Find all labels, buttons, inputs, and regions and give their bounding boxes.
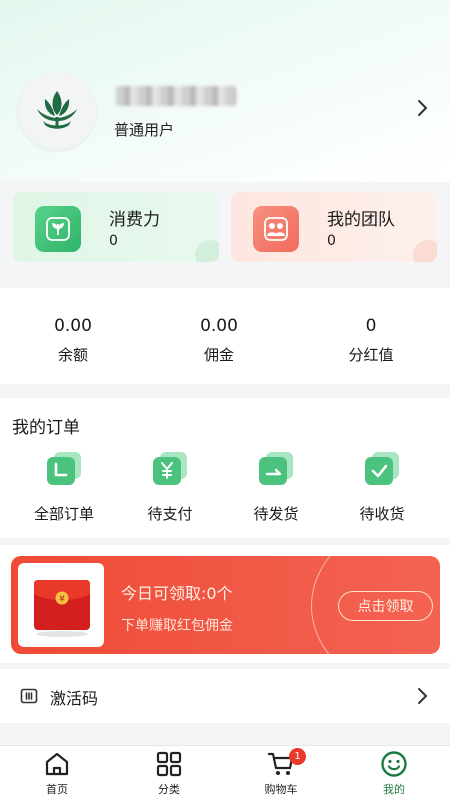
pending-receipt-icon [365, 452, 399, 485]
team-title: 我的团队 [327, 210, 395, 230]
pending-payment-icon [153, 452, 187, 485]
tab-label: 首页 [46, 783, 68, 796]
order-label: 待收货 [359, 505, 405, 523]
tab-label: 我的 [383, 783, 405, 796]
red-envelope-icon: ¥ [34, 580, 90, 637]
stat-label: 佣金 [203, 346, 234, 364]
stat-value: 0.00 [54, 316, 92, 336]
tab-label: 分类 [158, 783, 180, 796]
tab-label: 购物车 [264, 783, 298, 796]
team-card[interactable]: 我的团队 0 [231, 192, 437, 262]
profile-header: 普通用户 [0, 0, 450, 182]
avatar[interactable] [18, 72, 96, 150]
activation-code-icon [20, 688, 38, 704]
order-pending-receipt[interactable]: 待收货 [337, 450, 427, 524]
team-icon [253, 206, 299, 252]
plant-icon [35, 206, 81, 252]
username-masked [116, 86, 236, 106]
banner-subtitle: 下单赚取红包佣金 [121, 618, 233, 634]
team-value: 0 [327, 233, 336, 249]
banner-title: 今日可领取:0个 [121, 584, 233, 603]
order-label: 待支付 [147, 505, 193, 523]
tab-home[interactable]: 首页 [22, 750, 92, 797]
stat-label: 分红值 [348, 346, 394, 364]
stat-dividend[interactable]: 0 分红值 [311, 316, 431, 365]
stat-value: 0.00 [200, 316, 238, 336]
svg-text:¥: ¥ [59, 595, 65, 605]
order-pending-shipment[interactable]: 待发货 [231, 450, 321, 524]
chevron-right-icon [418, 688, 427, 704]
orders-title: 我的订单 [12, 418, 80, 438]
category-icon [156, 751, 182, 777]
activation-code-row[interactable]: 激活码 [0, 669, 450, 723]
consumption-title: 消费力 [109, 210, 160, 230]
order-label: 全部订单 [33, 505, 94, 523]
stat-label: 余额 [57, 346, 88, 364]
claim-button[interactable]: 点击领取 [338, 591, 433, 621]
smile-icon [381, 751, 407, 777]
cart-badge: 1 [289, 748, 306, 765]
lotus-logo-icon [37, 91, 77, 129]
red-packet-banner[interactable]: ¥ 今日可领取:0个 下单赚取红包佣金 点击领取 [11, 556, 440, 654]
order-label: 待发货 [253, 505, 299, 523]
bottom-tab-bar: 首页 分类 1 购物车 我的 [0, 745, 450, 800]
card-decoration [413, 240, 437, 262]
order-pending-payment[interactable]: 待支付 [125, 450, 215, 524]
orders-section: 我的订单 全部订单 待支付 待发货 待收货 [0, 398, 450, 538]
tab-cart[interactable]: 1 购物车 [246, 748, 316, 797]
activation-code-label: 激活码 [50, 689, 99, 708]
order-all[interactable]: 全部订单 [19, 450, 109, 524]
tab-category[interactable]: 分类 [134, 750, 204, 797]
stat-value: 0 [365, 316, 377, 336]
chevron-right-icon[interactable] [412, 98, 432, 118]
pending-shipment-icon [259, 452, 293, 485]
red-envelope-image: ¥ [18, 563, 104, 647]
stats-panel: 0.00 余额 0.00 佣金 0 分红值 [0, 288, 450, 384]
home-icon [45, 752, 69, 776]
card-decoration [195, 240, 219, 262]
tab-mine[interactable]: 我的 [359, 750, 429, 797]
all-orders-icon [47, 452, 81, 485]
consumption-value: 0 [109, 233, 118, 249]
user-level: 普通用户 [114, 121, 175, 139]
red-packet-section: ¥ 今日可领取:0个 下单赚取红包佣金 点击领取 [0, 545, 450, 663]
consumption-card[interactable]: 消费力 0 [13, 192, 219, 262]
stat-commission[interactable]: 0.00 佣金 [159, 316, 279, 365]
stat-balance[interactable]: 0.00 余额 [13, 316, 133, 365]
